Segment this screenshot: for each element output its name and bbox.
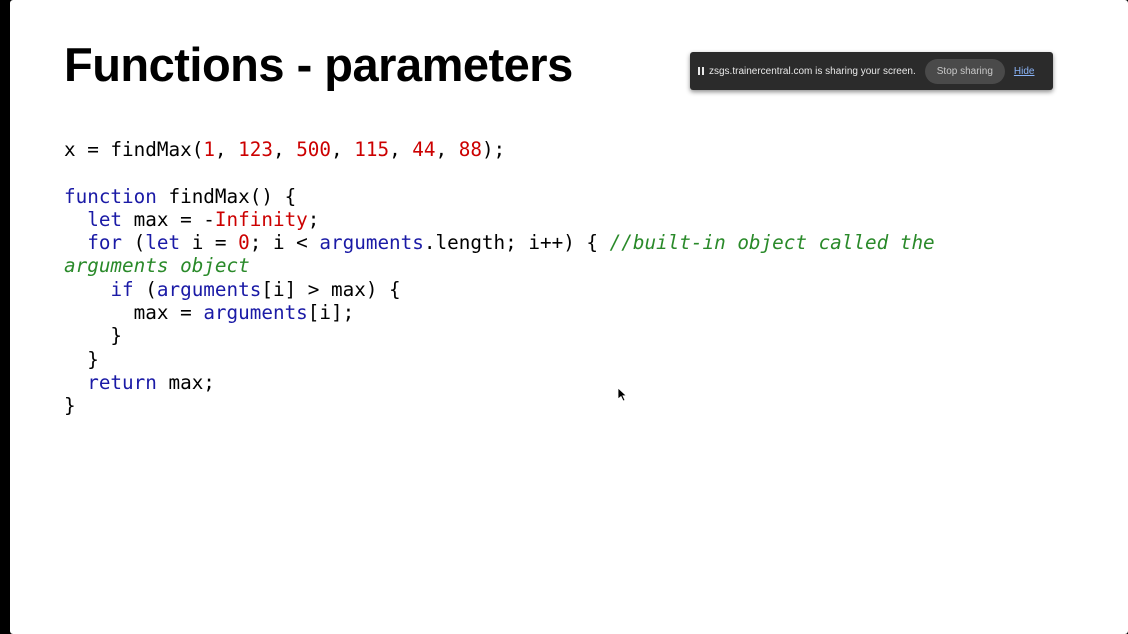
code-text: i = [180, 231, 239, 255]
code-line-7: max = arguments[i]; [64, 301, 935, 324]
code-text: ; [307, 207, 320, 231]
code-text: } [64, 347, 99, 371]
code-text: x = findMax( [64, 138, 204, 161]
code-text: } [64, 324, 123, 348]
code-text: , [389, 138, 413, 161]
code-number: 115 [354, 138, 390, 161]
code-keyword: arguments [156, 277, 262, 301]
code-keyword: return [87, 370, 157, 394]
code-text: , [272, 138, 297, 161]
code-text: } [64, 394, 76, 418]
code-number: 1 [203, 138, 215, 161]
code-comment: //built-in object called the [609, 231, 935, 255]
code-block: x = findMax(1, 123, 500, 115, 44, 88); fu… [64, 138, 935, 418]
code-keyword: let [145, 231, 181, 255]
code-text: [i]; [307, 301, 355, 325]
code-number: 500 [296, 138, 332, 161]
code-line-8: } [64, 324, 935, 347]
code-keyword: for [87, 231, 123, 255]
code-line-1: x = findMax(1, 123, 500, 115, 44, 88); [64, 138, 935, 161]
code-keyword: arguments [203, 301, 308, 325]
code-text: , [214, 138, 239, 161]
code-text: .length; i++) { [423, 231, 610, 255]
code-text: ( [122, 231, 146, 255]
code-line-11: } [64, 394, 935, 417]
code-text: findMax() { [156, 184, 297, 208]
code-line-3: let max = -Infinity; [64, 208, 935, 231]
code-number: Infinity [214, 207, 308, 231]
slide: Functions - parameters x = findMax(1, 12… [10, 0, 1128, 634]
code-keyword: if [110, 277, 134, 301]
code-line-6: if (arguments[i] > max) { [64, 278, 935, 301]
code-line-9: } [64, 348, 935, 371]
code-text: ; i < [249, 231, 320, 255]
code-number: 0 [238, 231, 250, 255]
code-number: 44 [412, 138, 436, 161]
code-text: ); [481, 138, 506, 161]
code-line-2: function findMax() { [64, 185, 935, 208]
hide-link[interactable]: Hide [1014, 66, 1035, 77]
pause-icon [698, 67, 704, 75]
code-text: [i] > max) { [261, 277, 401, 301]
code-text: , [331, 138, 355, 161]
slide-title: Functions - parameters [64, 38, 573, 91]
code-number: 88 [458, 138, 482, 161]
code-line-5: arguments object [64, 254, 935, 277]
code-keyword: arguments [319, 231, 424, 255]
code-text: max; [156, 370, 215, 394]
code-text: max = [133, 301, 204, 325]
code-keyword: let [87, 207, 123, 231]
code-number: 123 [238, 138, 273, 161]
code-keyword: function [64, 184, 157, 208]
share-message: zsgs.trainercentral.com is sharing your … [709, 65, 916, 77]
code-line-4: for (let i = 0; i < arguments.length; i+… [64, 231, 935, 255]
code-line-10: return max; [64, 371, 935, 394]
code-text: ( [133, 277, 157, 301]
stop-sharing-button[interactable]: Stop sharing [924, 58, 1005, 84]
code-text: , [435, 138, 459, 161]
screen-share-bar: zsgs.trainercentral.com is sharing your … [690, 52, 1053, 90]
code-comment: arguments object [64, 254, 250, 278]
mouse-pointer-icon [617, 387, 628, 402]
code-text: max = - [122, 207, 215, 231]
